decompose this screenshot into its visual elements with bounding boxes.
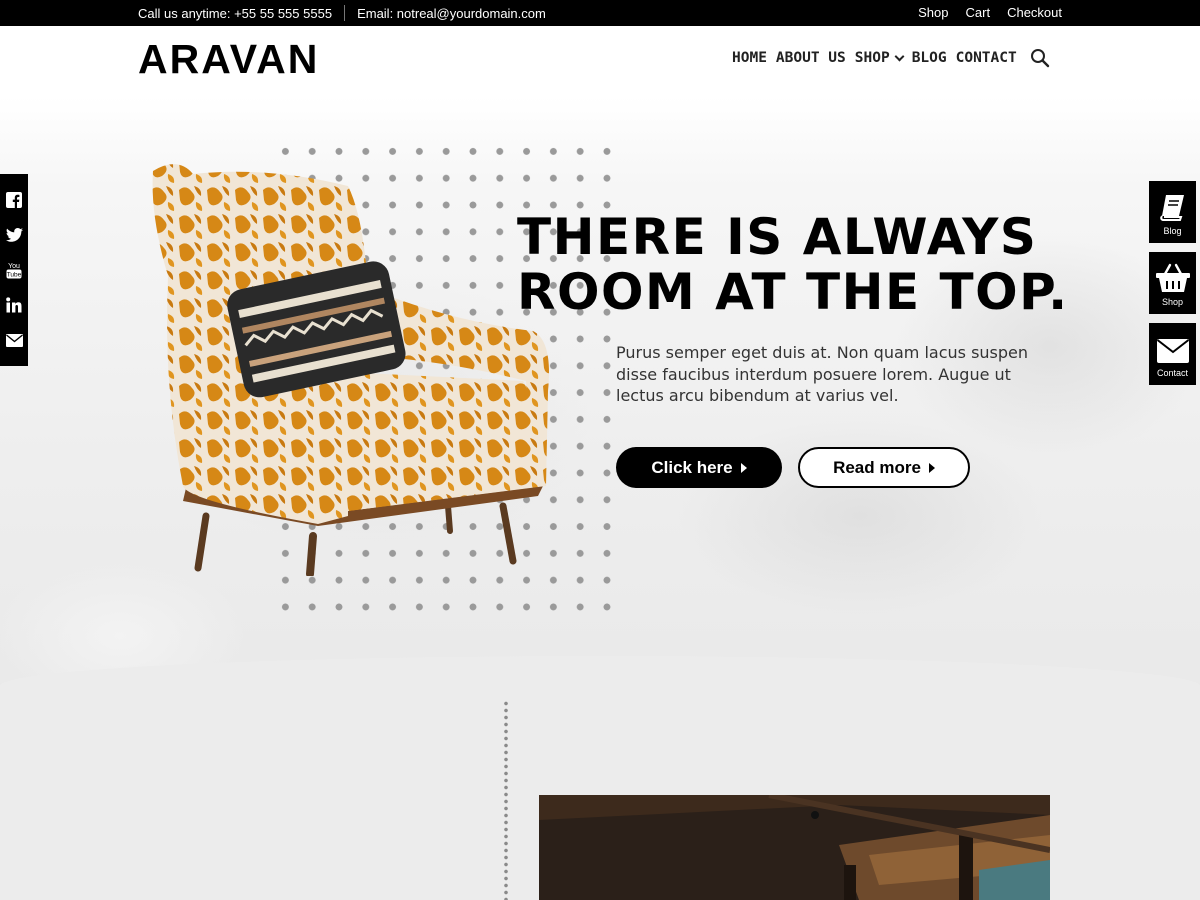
nav-about-us[interactable]: ABOUT US [776, 50, 846, 66]
main-nav: HOME ABOUT US SHOP BLOG CONTACT [732, 47, 1051, 69]
cart-link[interactable]: Cart [966, 5, 991, 20]
nav-home[interactable]: HOME [732, 50, 767, 66]
armchair-image [152, 164, 549, 576]
divider [344, 5, 346, 21]
contact-info: Call us anytime: +55 55 555 5555 Email: … [138, 5, 546, 21]
click-here-button[interactable]: Click here [616, 447, 782, 488]
linkedin-icon[interactable] [5, 296, 23, 314]
nav-contact[interactable]: CONTACT [956, 50, 1017, 66]
quick-link-contact[interactable]: Contact [1149, 323, 1196, 385]
hero-subtext: Purus semper eget duis at. Non quam lacu… [616, 343, 1029, 405]
caret-right-icon [928, 462, 935, 473]
social-sidebar: You Tube [0, 174, 28, 366]
interior-photo [539, 795, 1050, 900]
svg-text:You: You [8, 263, 20, 270]
quick-link-blog-label: Blog [1163, 226, 1182, 236]
search-icon[interactable] [1029, 47, 1051, 69]
read-more-label: Read more [833, 457, 921, 477]
book-icon [1159, 195, 1184, 221]
frost-edge [0, 656, 1200, 706]
read-more-button[interactable]: Read more [798, 447, 970, 488]
quick-link-blog[interactable]: Blog [1149, 181, 1196, 243]
shop-link[interactable]: Shop [918, 5, 948, 20]
mail-icon[interactable] [5, 331, 23, 349]
svg-text:Tube: Tube [7, 271, 22, 278]
dotted-divider [504, 700, 508, 900]
quick-link-contact-label: Contact [1156, 368, 1189, 378]
headline-line-1: THERE IS ALWAYS [517, 208, 1038, 266]
nav-shop-label: SHOP [854, 50, 890, 66]
chevron-down-icon [894, 51, 905, 61]
hero-section: THERE IS ALWAYS ROOM AT THE TOP. Purus s… [0, 96, 1200, 706]
checkout-link[interactable]: Checkout [1007, 5, 1062, 20]
facebook-icon[interactable] [5, 191, 23, 209]
nav-shop[interactable]: SHOP [854, 50, 905, 66]
site-logo[interactable]: ARAVAN [138, 36, 319, 83]
envelope-icon [1156, 339, 1189, 363]
caret-right-icon [740, 462, 747, 473]
twitter-icon[interactable] [5, 226, 23, 244]
quick-link-shop-label: Shop [1161, 297, 1184, 307]
hero-headline: THERE IS ALWAYS ROOM AT THE TOP. [517, 210, 1077, 320]
email-text: Email: notreal@yourdomain.com [357, 5, 546, 21]
headline-line-2: ROOM AT THE TOP. [517, 263, 1069, 321]
click-here-label: Click here [651, 457, 733, 477]
nav-blog[interactable]: BLOG [912, 50, 947, 66]
phone-text: Call us anytime: +55 55 555 5555 [138, 5, 333, 21]
top-bar: Call us anytime: +55 55 555 5555 Email: … [0, 0, 1200, 26]
site-header: ARAVAN HOME ABOUT US SHOP BLOG CONTACT [0, 26, 1200, 96]
topbar-links: Shop Cart Checkout [918, 5, 1062, 20]
youtube-icon[interactable]: You Tube [5, 261, 23, 279]
quick-link-shop[interactable]: Shop [1149, 252, 1196, 314]
basket-icon [1155, 263, 1190, 292]
